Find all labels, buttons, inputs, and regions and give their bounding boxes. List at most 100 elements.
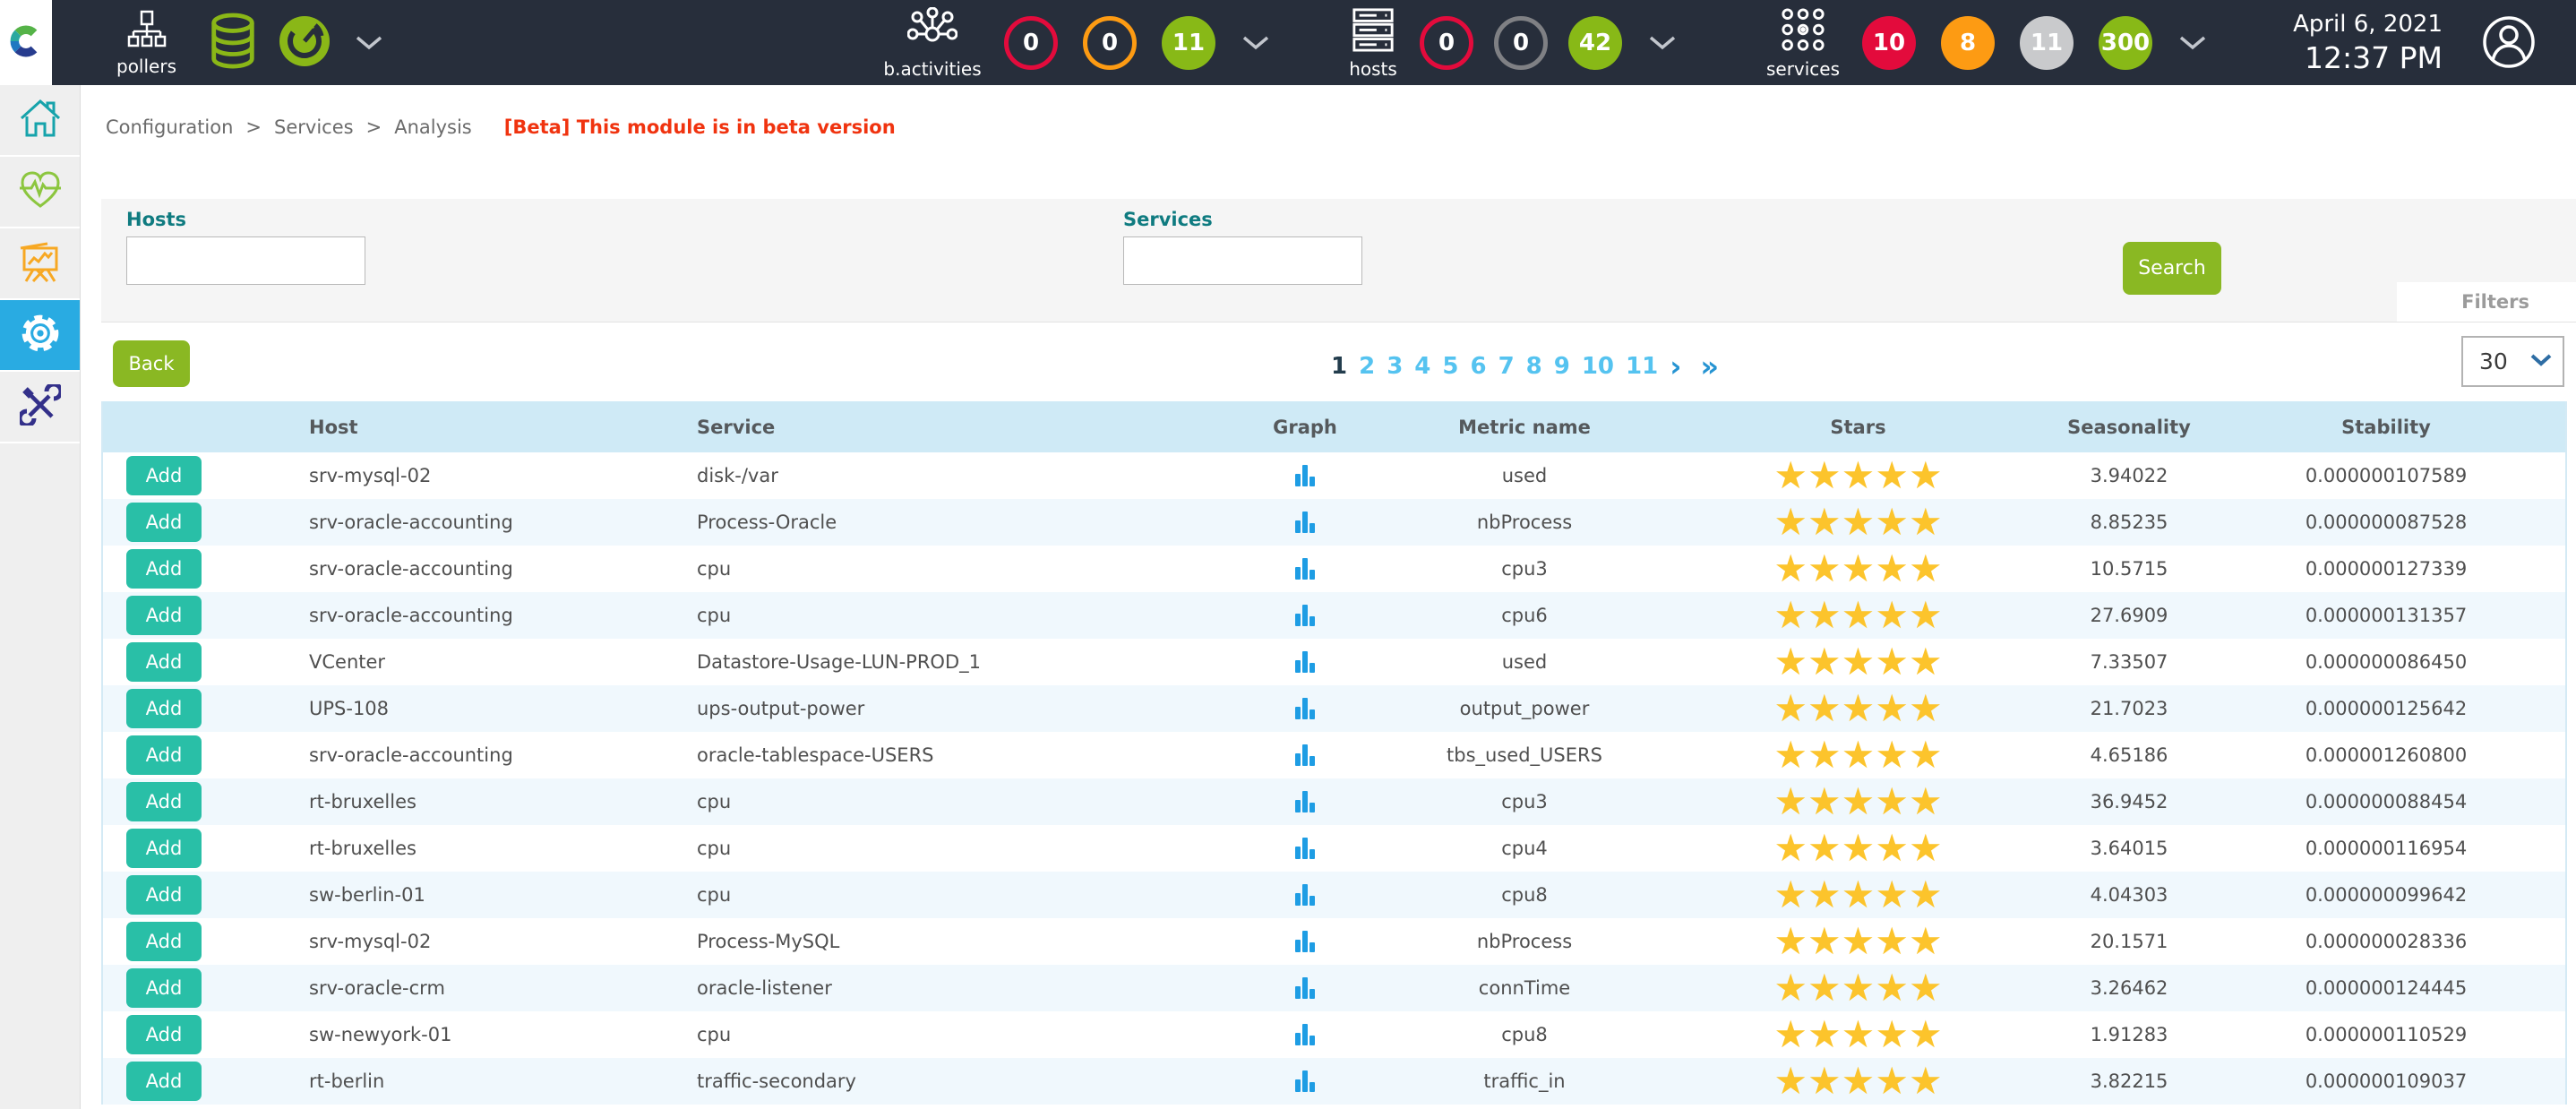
graph-icon[interactable] bbox=[1295, 558, 1315, 580]
status-badge[interactable]: 10 bbox=[1862, 16, 1916, 70]
hosts-status[interactable]: hosts bbox=[1339, 7, 1407, 78]
business-activities-chevron-down-icon[interactable] bbox=[1242, 36, 1269, 50]
pollers-chevron-down-icon[interactable] bbox=[356, 36, 382, 50]
services-filter-label: Services bbox=[1123, 209, 1213, 230]
sidebar-item-home[interactable] bbox=[0, 85, 80, 157]
col-seasonality: Seasonality bbox=[2053, 417, 2205, 438]
page-2[interactable]: 2 bbox=[1359, 353, 1375, 380]
graph-icon[interactable] bbox=[1295, 1070, 1315, 1092]
add-button[interactable]: Add bbox=[126, 596, 202, 635]
page-3[interactable]: 3 bbox=[1387, 353, 1403, 380]
sidebar bbox=[0, 85, 81, 1109]
metric-cell: cpu4 bbox=[1386, 838, 1663, 859]
status-badge[interactable]: 8 bbox=[1941, 16, 1995, 70]
add-button[interactable]: Add bbox=[126, 968, 202, 1008]
graph-icon[interactable] bbox=[1295, 1024, 1315, 1045]
breadcrumb-analysis[interactable]: Analysis bbox=[394, 116, 472, 138]
hosts-label: hosts bbox=[1349, 60, 1397, 78]
status-badge[interactable]: 42 bbox=[1568, 16, 1622, 70]
sidebar-item-monitoring[interactable] bbox=[0, 157, 80, 228]
add-button[interactable]: Add bbox=[126, 829, 202, 868]
graph-icon[interactable] bbox=[1295, 512, 1315, 533]
seasonality-cell: 3.94022 bbox=[2053, 465, 2205, 486]
pollers-status[interactable]: pollers bbox=[116, 10, 176, 75]
status-badge[interactable]: 300 bbox=[2099, 16, 2152, 70]
host-cell: srv-oracle-accounting bbox=[309, 744, 697, 766]
business-activities-status[interactable]: b.activities bbox=[873, 7, 992, 78]
graph-icon[interactable] bbox=[1295, 744, 1315, 766]
status-badge[interactable]: 0 bbox=[1083, 16, 1137, 70]
select-chevron-down-icon bbox=[2530, 353, 2552, 370]
host-cell: srv-oracle-accounting bbox=[309, 558, 697, 580]
status-badge[interactable]: 11 bbox=[1162, 16, 1215, 70]
seasonality-cell: 3.26462 bbox=[2053, 977, 2205, 999]
add-button[interactable]: Add bbox=[126, 549, 202, 589]
page-size-select[interactable]: 30 bbox=[2461, 336, 2564, 387]
services-filter-input[interactable] bbox=[1123, 236, 1362, 285]
services-status[interactable]: services bbox=[1769, 7, 1837, 78]
hosts-chevron-down-icon[interactable] bbox=[1649, 36, 1676, 50]
add-button[interactable]: Add bbox=[126, 782, 202, 821]
page-10[interactable]: 10 bbox=[1582, 353, 1614, 380]
status-badge[interactable]: 0 bbox=[1004, 16, 1058, 70]
add-button[interactable]: Add bbox=[126, 456, 202, 495]
sidebar-item-configuration[interactable] bbox=[0, 300, 80, 372]
add-button[interactable]: Add bbox=[126, 922, 202, 961]
page-9[interactable]: 9 bbox=[1554, 353, 1570, 380]
metric-cell: used bbox=[1386, 465, 1663, 486]
last-page-icon[interactable]: » bbox=[1700, 353, 1719, 380]
latency-gauge-icon[interactable] bbox=[277, 13, 332, 73]
host-cell: UPS-108 bbox=[309, 698, 697, 719]
database-icon[interactable] bbox=[207, 13, 259, 73]
graph-icon[interactable] bbox=[1295, 791, 1315, 812]
services-chevron-down-icon[interactable] bbox=[2179, 36, 2206, 50]
centreon-logo[interactable] bbox=[0, 0, 52, 85]
page-8[interactable]: 8 bbox=[1526, 353, 1542, 380]
add-button[interactable]: Add bbox=[126, 689, 202, 728]
back-button[interactable]: Back bbox=[113, 340, 190, 387]
seasonality-cell: 1.91283 bbox=[2053, 1024, 2205, 1045]
stars-rating: ★★★★★ bbox=[1663, 872, 2053, 918]
breadcrumb-separator: > bbox=[245, 116, 262, 138]
next-page-icon[interactable]: › bbox=[1670, 353, 1681, 380]
graph-icon[interactable] bbox=[1295, 651, 1315, 673]
search-button[interactable]: Search bbox=[2123, 242, 2221, 295]
graph-icon[interactable] bbox=[1295, 931, 1315, 952]
page-5[interactable]: 5 bbox=[1442, 353, 1458, 380]
host-cell: sw-berlin-01 bbox=[309, 884, 697, 906]
stars-rating: ★★★★★ bbox=[1663, 639, 2053, 685]
add-button[interactable]: Add bbox=[126, 1062, 202, 1101]
page-6[interactable]: 6 bbox=[1470, 353, 1486, 380]
add-button[interactable]: Add bbox=[126, 503, 202, 542]
page-11[interactable]: 11 bbox=[1626, 353, 1658, 380]
status-badge[interactable]: 11 bbox=[2020, 16, 2074, 70]
add-button[interactable]: Add bbox=[126, 735, 202, 775]
graph-icon[interactable] bbox=[1295, 465, 1315, 486]
breadcrumb-services[interactable]: Services bbox=[274, 116, 354, 138]
graph-icon[interactable] bbox=[1295, 698, 1315, 719]
breadcrumb-configuration[interactable]: Configuration bbox=[106, 116, 233, 138]
status-badge[interactable]: 0 bbox=[1494, 16, 1548, 70]
page-7[interactable]: 7 bbox=[1498, 353, 1515, 380]
graph-icon[interactable] bbox=[1295, 977, 1315, 999]
user-menu[interactable] bbox=[2481, 14, 2537, 73]
graph-icon[interactable] bbox=[1295, 884, 1315, 906]
graph-icon[interactable] bbox=[1295, 838, 1315, 859]
graph-icon[interactable] bbox=[1295, 605, 1315, 626]
host-cell: srv-mysql-02 bbox=[309, 931, 697, 952]
filters-toggle[interactable]: Filters bbox=[2397, 282, 2576, 322]
page-4[interactable]: 4 bbox=[1414, 353, 1430, 380]
page-1[interactable]: 1 bbox=[1331, 353, 1347, 380]
hosts-filter-label: Hosts bbox=[126, 209, 186, 230]
sidebar-item-reporting[interactable] bbox=[0, 228, 80, 300]
host-cell: srv-oracle-accounting bbox=[309, 512, 697, 533]
table-row: Add srv-oracle-accounting Process-Oracle… bbox=[103, 499, 2565, 546]
status-badge[interactable]: 0 bbox=[1420, 16, 1473, 70]
sidebar-item-administration[interactable] bbox=[0, 372, 80, 443]
hosts-filter-input[interactable] bbox=[126, 236, 365, 285]
stars-rating: ★★★★★ bbox=[1663, 732, 2053, 778]
add-button[interactable]: Add bbox=[126, 642, 202, 682]
add-button[interactable]: Add bbox=[126, 875, 202, 915]
add-button[interactable]: Add bbox=[126, 1015, 202, 1054]
table-row: Add srv-oracle-crm oracle-listener connT… bbox=[103, 965, 2565, 1011]
